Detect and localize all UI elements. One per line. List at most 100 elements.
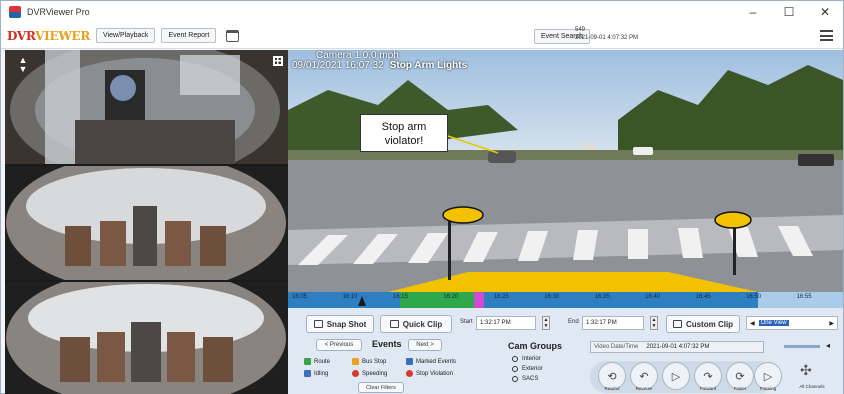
- bus-stop-icon: [352, 358, 359, 365]
- violation-callout: Stop arm violator!: [360, 114, 448, 152]
- camera-view-1[interactable]: ▲ ▼: [5, 50, 288, 164]
- cam-group-exterior[interactable]: Exterior: [512, 366, 543, 372]
- playback-controls: Snap Shot Quick Clip Start 1:32:17 PM ▲ ▼…: [288, 308, 843, 394]
- main-video-view[interactable]: Camera 1 0.0 mph 09/01/2021 16:07:32 Stop…: [288, 50, 843, 292]
- timeline-bar[interactable]: 16:05 16:10 16:15 16:20 16:25 16:30 16:35 16:40…: [288, 292, 843, 308]
- timeline-tick: 16:30: [544, 294, 560, 300]
- custom-clip-icon: [672, 320, 682, 328]
- end-time-field[interactable]: 1:32:17 PM: [582, 316, 644, 330]
- faster-icon: ⟳: [735, 370, 745, 383]
- window-title: DVRViewer Pro: [27, 7, 90, 17]
- clear-filters-button[interactable]: Clear Filters: [358, 382, 404, 393]
- timeline-event-segment[interactable]: [400, 292, 474, 308]
- timeline-event-marker[interactable]: [474, 292, 484, 308]
- framing-label: Framing: [759, 386, 777, 391]
- window-controls: – ☐ ✕: [735, 1, 843, 23]
- road-camera-image: [288, 50, 843, 292]
- event-filter-stop-violation[interactable]: Stop Violation: [406, 370, 453, 377]
- interior-rear-camera-image: [5, 282, 288, 394]
- events-title: Events: [372, 339, 402, 349]
- app-window: DVRViewer Pro – ☐ ✕ DVRVIEWER View/Playb…: [0, 0, 844, 394]
- previous-event-button[interactable]: < Previous: [316, 339, 362, 351]
- callout-line-1: Stop arm: [381, 121, 427, 133]
- timeline-tick: 16:05: [292, 294, 308, 300]
- timeline-cursor-icon[interactable]: [358, 296, 366, 306]
- driver-camera-image: [5, 50, 288, 164]
- video-overlay-status: 09/01/2021 16:07:32 Stop Arm Lights: [292, 60, 467, 71]
- play-icon: ▷: [671, 370, 681, 383]
- video-datetime-value: 2021-09-01 4:07:32 PM: [646, 344, 710, 350]
- cam-groups-title: Cam Groups: [508, 341, 563, 351]
- timeline-tick: 16:55: [796, 294, 812, 300]
- timeline-tick: 16:20: [443, 294, 459, 300]
- quick-clip-button[interactable]: Quick Clip: [380, 315, 452, 333]
- end-time-spinner[interactable]: ▲ ▼: [650, 316, 658, 330]
- view-playback-button[interactable]: View/Playback: [96, 28, 156, 43]
- event-filter-route[interactable]: Route: [304, 358, 330, 365]
- event-filter-idling[interactable]: Idling: [304, 370, 328, 377]
- faster-label: Faster: [733, 386, 747, 391]
- all-channels-icon[interactable]: ✣: [800, 362, 812, 379]
- title-bar: DVRViewer Pro – ☐ ✕: [1, 1, 843, 23]
- reverse-icon: ↶: [639, 370, 649, 383]
- timeline-tick: 16:35: [594, 294, 610, 300]
- cam-group-interior[interactable]: Interior: [512, 356, 541, 362]
- video-datetime-box: Video Date/Time 2021-09-01 4:07:32 PM: [590, 341, 764, 353]
- clip-icon: [389, 320, 399, 328]
- bus-datetime: 549 2021-09-01 4:07:32 PM: [575, 26, 638, 42]
- app-icon: [9, 6, 21, 18]
- volume-slider[interactable]: [784, 345, 820, 348]
- maximize-button[interactable]: ☐: [771, 1, 807, 23]
- exterior-radio-icon: [512, 366, 518, 372]
- timeline-tick: 16:10: [342, 294, 358, 300]
- cam-group-sacs[interactable]: SACS: [512, 376, 538, 382]
- interior-radio-icon: [512, 356, 518, 362]
- minimize-button[interactable]: –: [735, 1, 771, 23]
- volume-icon[interactable]: ◂: [826, 341, 830, 350]
- close-button[interactable]: ✕: [807, 1, 843, 23]
- view-prev-icon: ◀: [750, 320, 755, 327]
- rewind-icon: ⟲: [607, 370, 617, 383]
- bus-id: 549: [575, 27, 586, 33]
- stop-violation-icon: [406, 370, 413, 377]
- reverse-label: Reverse: [635, 386, 653, 391]
- event-filter-bus-stop[interactable]: Bus Stop: [352, 358, 386, 365]
- event-filter-speeding[interactable]: Speeding: [352, 370, 387, 377]
- timeline-tick: 16:45: [695, 294, 711, 300]
- video-overlay-datetime: 09/01/2021 16:07:32: [292, 60, 384, 71]
- marked-events-icon: [406, 358, 413, 365]
- grid-layout-icon[interactable]: [273, 56, 283, 66]
- video-overlay-stoparm: Stop Arm Lights: [389, 60, 468, 71]
- menu-icon[interactable]: [820, 30, 833, 41]
- all-channels-label: All Channels: [799, 384, 825, 389]
- sacs-radio-icon: [512, 376, 518, 382]
- start-time-spinner[interactable]: ▲ ▼: [542, 316, 550, 330]
- scroll-arrows-icon[interactable]: ▲ ▼: [17, 56, 29, 76]
- rewind-label: Rewind: [604, 386, 620, 391]
- callout-line-2: violator!: [384, 135, 424, 147]
- camera-view-2[interactable]: [5, 166, 288, 280]
- toolbar-datetime: 2021-09-01 4:07:32 PM: [575, 35, 639, 41]
- end-label: End: [568, 319, 579, 325]
- view-next-icon: ▶: [829, 320, 834, 327]
- framing-icon: ▷: [763, 370, 773, 383]
- event-report-button[interactable]: Event Report: [161, 28, 217, 43]
- camera-icon: [313, 320, 323, 328]
- next-event-button[interactable]: Next >: [408, 339, 442, 351]
- custom-clip-button[interactable]: Custom Clip: [666, 315, 740, 333]
- snap-shot-button[interactable]: Snap Shot: [306, 315, 374, 333]
- timeline-tick: 16:25: [493, 294, 509, 300]
- forward-label: Forward: [699, 386, 717, 391]
- app-logo: DVRVIEWER: [7, 28, 91, 43]
- view-mode-select[interactable]: ◀ One View ▶: [746, 316, 838, 330]
- interior-camera-image: [5, 166, 288, 280]
- main-toolbar: DVRVIEWER View/Playback Event Report Eve…: [1, 23, 843, 49]
- play-button[interactable]: ▷: [662, 362, 690, 390]
- start-time-field[interactable]: 1:32:17 PM: [476, 316, 536, 330]
- route-icon: [304, 358, 311, 365]
- camera-view-3[interactable]: [5, 282, 288, 394]
- camera-thumbnails: ▲ ▼: [5, 50, 288, 394]
- event-filter-marked[interactable]: Marked Events: [406, 358, 456, 365]
- calendar-icon[interactable]: [226, 29, 240, 42]
- timeline-tick: 16:50: [746, 294, 762, 300]
